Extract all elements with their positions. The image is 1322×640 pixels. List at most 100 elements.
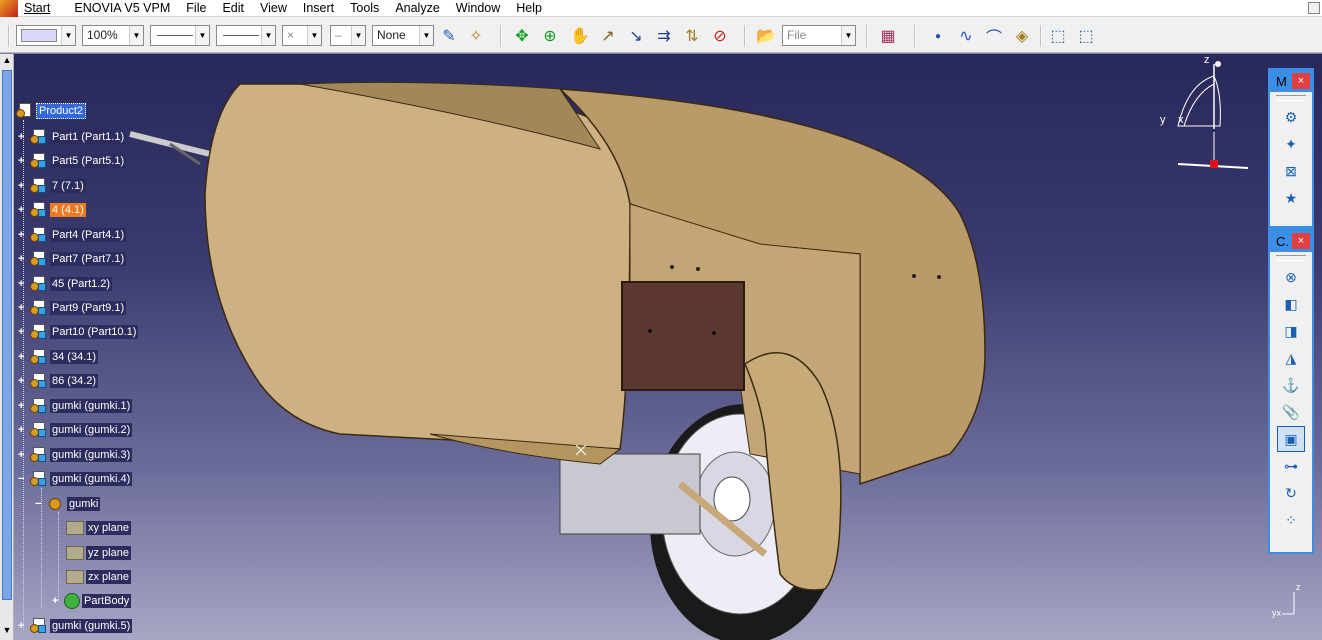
fix-icon[interactable]: ⚓ bbox=[1277, 372, 1305, 398]
change-constraint-icon[interactable]: ↻ bbox=[1277, 480, 1305, 506]
toolbar-grip[interactable] bbox=[1276, 95, 1306, 101]
menu-help[interactable]: Help bbox=[516, 1, 554, 15]
tree-scrollbar[interactable]: ▲ ▼ bbox=[0, 54, 14, 640]
tree-item[interactable]: + Part10 (Part10.1) bbox=[18, 322, 139, 342]
catalog-icon[interactable]: ▦ bbox=[876, 24, 900, 48]
menu-analyze[interactable]: Analyze bbox=[395, 1, 451, 15]
tree-item[interactable]: +45 (Part1.2) bbox=[18, 274, 113, 294]
tree-item-label[interactable]: Part4 (Part4.1) bbox=[50, 228, 127, 242]
tree-item-label[interactable]: Part7 (Part7.1) bbox=[50, 252, 127, 266]
expand-plus-icon[interactable]: + bbox=[18, 278, 27, 289]
close-icon[interactable]: × bbox=[1292, 233, 1310, 249]
menu-enovia[interactable]: ENOVIA V5 VPM bbox=[74, 1, 182, 15]
point-icon[interactable]: ● bbox=[926, 24, 950, 48]
magic-wand-icon[interactable]: ✧ bbox=[464, 24, 488, 48]
coincidence-icon[interactable]: ⊗ bbox=[1277, 264, 1305, 290]
tree-partbody-label[interactable]: PartBody bbox=[82, 594, 132, 608]
3d-viewport[interactable]: ▲ ▼ Product2 + Part1 (Part1.1) + Part5 (Pa… bbox=[0, 54, 1322, 640]
menu-edit[interactable]: Edit bbox=[222, 1, 256, 15]
view-icon[interactable]: ⬚ bbox=[1046, 24, 1070, 48]
tree-plane-label[interactable]: yz plane bbox=[86, 546, 131, 560]
tree-plane-item[interactable]: zx plane bbox=[66, 567, 131, 587]
tree-item-label[interactable]: Part5 (Part5.1) bbox=[50, 154, 127, 168]
expand-plus-icon[interactable]: + bbox=[18, 180, 27, 191]
tree-item[interactable]: + Part1 (Part1.1) bbox=[18, 127, 127, 147]
view-normal-icon[interactable]: ⬚ bbox=[1074, 24, 1098, 48]
tree-item-label[interactable]: gumki (gumki.1) bbox=[50, 399, 133, 413]
highlight-icon[interactable]: ★ bbox=[1277, 185, 1305, 211]
tree-item-label[interactable]: gumki (gumki.2) bbox=[50, 423, 133, 437]
update-icon[interactable]: ⇅ bbox=[680, 24, 704, 48]
tree-item[interactable]: + Part5 (Part5.1) bbox=[18, 151, 127, 171]
contact-icon[interactable]: ◧ bbox=[1277, 291, 1305, 317]
layer-combo[interactable]: None ▼ bbox=[372, 25, 434, 46]
tree-item-label[interactable]: 34 (34.1) bbox=[50, 350, 99, 364]
expand-plus-icon[interactable]: + bbox=[18, 620, 27, 631]
layer-filter-combo[interactable]: – ▼ bbox=[330, 25, 366, 46]
expand-plus-icon[interactable]: + bbox=[18, 449, 27, 460]
expand-plus-icon[interactable]: + bbox=[18, 351, 27, 362]
tree-item-expanded[interactable]: − gumki (gumki.4) bbox=[18, 469, 133, 489]
tree-item-label[interactable]: 4 (4.1) bbox=[50, 203, 86, 217]
quick-constraint-icon[interactable]: ▣ bbox=[1277, 426, 1305, 452]
collapse-minus-icon[interactable]: − bbox=[35, 498, 44, 509]
fit-all-icon[interactable]: ⊠ bbox=[1277, 158, 1305, 184]
tree-item[interactable]: + gumki (gumki.1) bbox=[18, 396, 133, 416]
menu-file[interactable]: File bbox=[186, 1, 218, 15]
fix-together-icon[interactable]: 📎 bbox=[1277, 399, 1305, 425]
menu-window[interactable]: Window bbox=[456, 1, 512, 15]
tree-item-label[interactable]: Part1 (Part1.1) bbox=[50, 130, 127, 144]
menu-start[interactable]: Start bbox=[24, 1, 62, 15]
stop-manipulate-icon[interactable]: ⇉ bbox=[652, 24, 676, 48]
expand-plus-icon[interactable]: + bbox=[18, 424, 27, 435]
measure-icon[interactable]: ◈ bbox=[1010, 24, 1034, 48]
floating-toolbar-c[interactable]: C. × ⊗ ◧ ◨ ◮ ⚓ 📎 ▣ ⊶ ↻ ⁘ bbox=[1268, 228, 1314, 554]
tree-item[interactable]: +7 (7.1) bbox=[18, 176, 86, 196]
pan-icon[interactable]: ✥ bbox=[510, 24, 534, 48]
tree-item[interactable]: + Part7 (Part7.1) bbox=[18, 249, 127, 269]
tree-item-label[interactable]: 45 (Part1.2) bbox=[50, 277, 113, 291]
compass[interactable]: z y x bbox=[1148, 54, 1258, 174]
assembly-icon[interactable]: ⚙ bbox=[1277, 104, 1305, 130]
tree-item[interactable]: + gumki (gumki.3) bbox=[18, 445, 133, 465]
snap-icon[interactable]: ↗ bbox=[596, 24, 620, 48]
expand-plus-icon[interactable]: + bbox=[18, 326, 27, 337]
expand-plus-icon[interactable]: + bbox=[18, 302, 27, 313]
tree-item[interactable]: +34 (34.1) bbox=[18, 347, 99, 367]
floating-toolbar-header[interactable]: C. × bbox=[1270, 230, 1312, 252]
tree-item-label[interactable]: 7 (7.1) bbox=[50, 179, 86, 193]
manipulate-icon[interactable]: ✦ bbox=[1277, 131, 1305, 157]
expand-plus-icon[interactable]: + bbox=[18, 400, 27, 411]
tree-item-label[interactable]: Part10 (Part10.1) bbox=[50, 325, 139, 339]
expand-plus-icon[interactable]: + bbox=[18, 155, 27, 166]
tree-item-label[interactable]: gumki (gumki.5) bbox=[50, 619, 133, 633]
tree-root-product2[interactable]: Product2 bbox=[16, 101, 87, 121]
expand-plus-icon[interactable]: + bbox=[18, 253, 27, 264]
scroll-up-icon[interactable]: ▲ bbox=[1, 55, 13, 69]
expand-plus-icon[interactable]: + bbox=[18, 375, 27, 386]
tree-plane-label[interactable]: zx plane bbox=[86, 570, 131, 584]
tree-item-label[interactable]: Part9 (Part9.1) bbox=[50, 301, 127, 315]
tree-sub-part[interactable]: − gumki bbox=[35, 494, 101, 514]
catia-app-icon[interactable] bbox=[0, 0, 18, 17]
tree-item[interactable]: + Part9 (Part9.1) bbox=[18, 298, 127, 318]
tree-item-label[interactable]: gumki (gumki.3) bbox=[50, 448, 133, 462]
tree-plane-item[interactable]: xy plane bbox=[66, 518, 131, 538]
tree-item-label[interactable]: gumki (gumki.4) bbox=[50, 472, 133, 486]
tree-item[interactable]: + Part4 (Part4.1) bbox=[18, 225, 127, 245]
menu-view[interactable]: View bbox=[260, 1, 299, 15]
scroll-down-icon[interactable]: ▼ bbox=[1, 625, 13, 639]
tree-item-label[interactable]: 86 (34.2) bbox=[50, 374, 99, 388]
expand-plus-icon[interactable]: + bbox=[18, 229, 27, 240]
tree-sub-part-label[interactable]: gumki bbox=[67, 497, 101, 511]
angle-icon[interactable]: ◮ bbox=[1277, 345, 1305, 371]
tree-item[interactable]: + gumki (gumki.5) bbox=[18, 616, 133, 636]
offset-icon[interactable]: ◨ bbox=[1277, 318, 1305, 344]
manipulation-icon[interactable]: ✋ bbox=[568, 24, 592, 48]
open-folder-icon[interactable]: 📂 bbox=[754, 24, 778, 48]
rotate-icon[interactable]: ⊕ bbox=[538, 24, 562, 48]
close-icon[interactable]: × bbox=[1292, 73, 1310, 89]
tree-plane-item[interactable]: yz plane bbox=[66, 543, 131, 563]
line-weight-combo[interactable]: ▼ bbox=[216, 25, 276, 46]
clash-icon[interactable]: ⊘ bbox=[708, 24, 732, 48]
